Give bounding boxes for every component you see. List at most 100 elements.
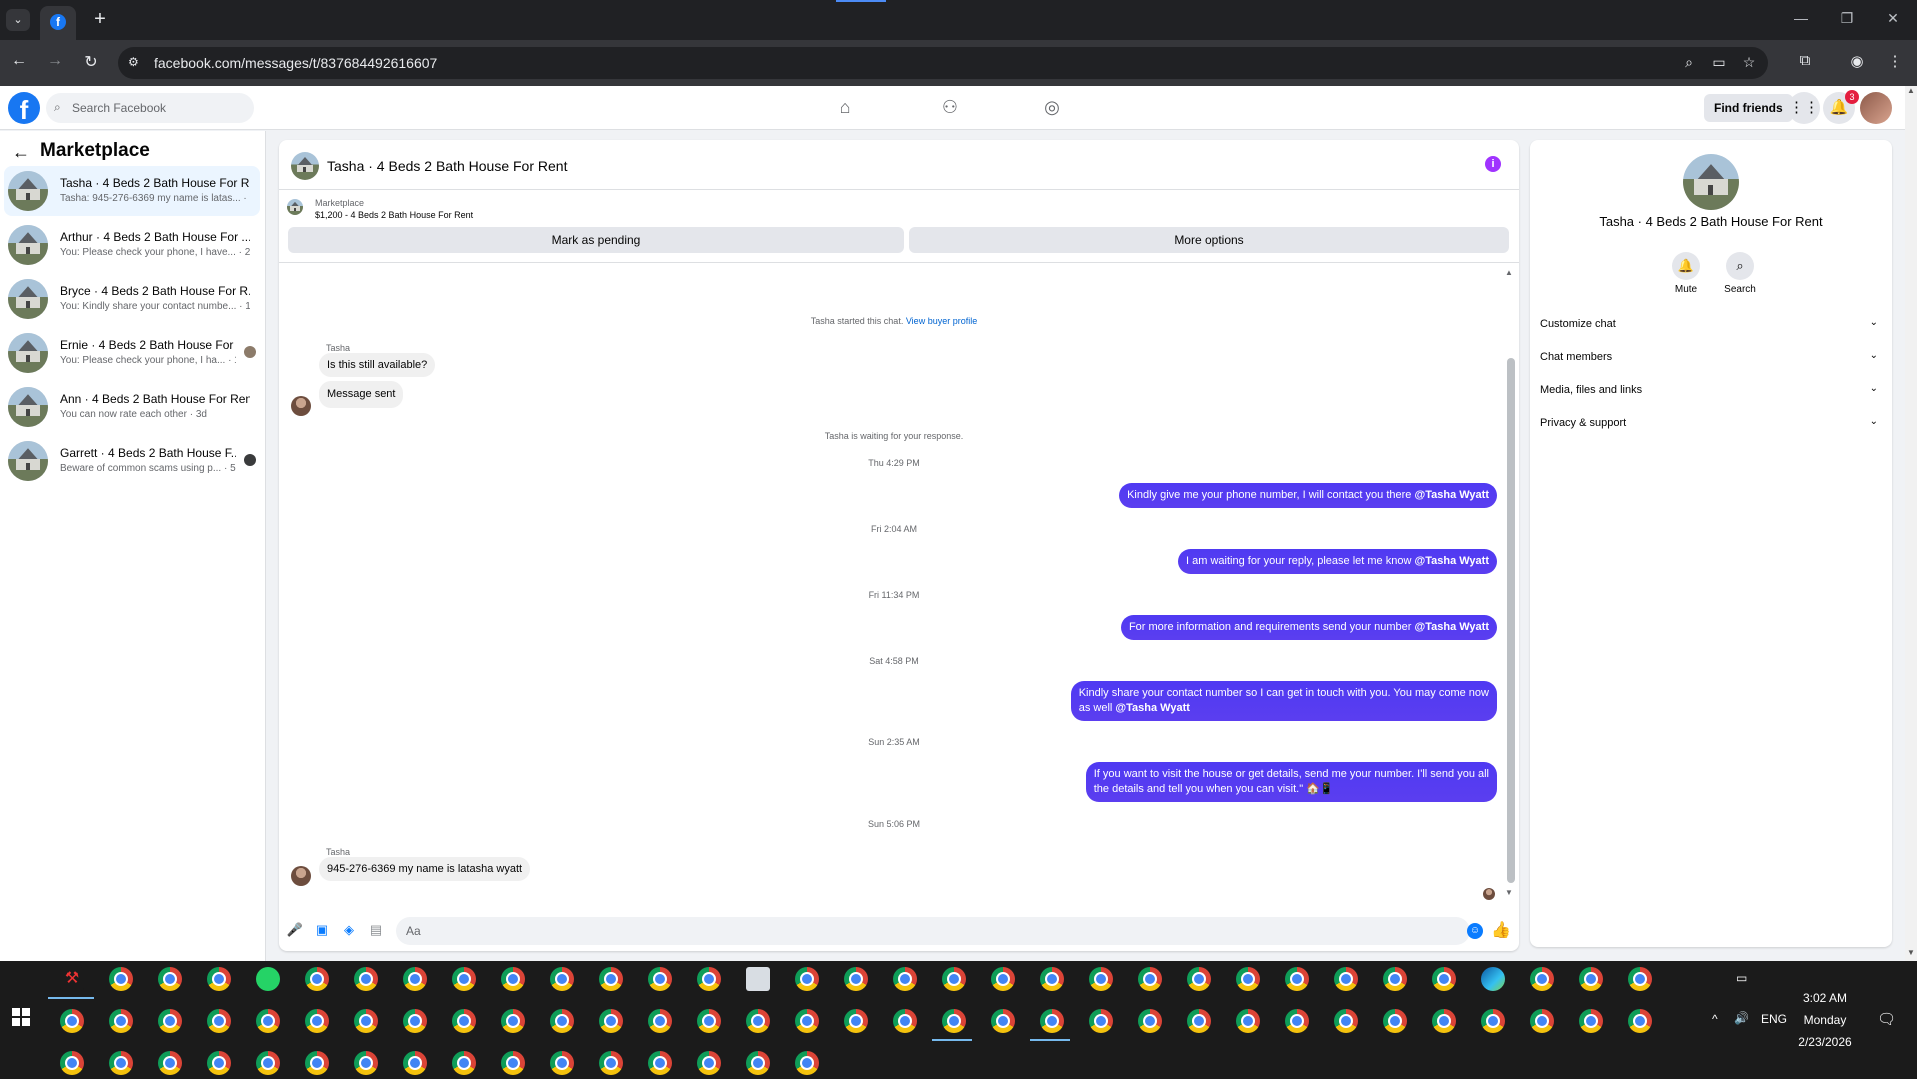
- display-icon[interactable]: ▭: [1736, 971, 1747, 985]
- home-icon[interactable]: ⌂: [833, 97, 857, 118]
- incoming-message[interactable]: Is this still available?: [319, 353, 436, 377]
- chrome-icon[interactable]: [1383, 967, 1407, 991]
- chrome-icon[interactable]: [942, 1009, 966, 1033]
- chrome-icon[interactable]: [501, 1009, 525, 1033]
- chat-title[interactable]: Tasha · 4 Beds 2 Bath House For Rent: [327, 158, 567, 174]
- forward-icon[interactable]: →: [44, 52, 66, 70]
- chrome-icon[interactable]: [599, 1009, 623, 1033]
- chrome-icon[interactable]: [1187, 1009, 1211, 1033]
- mark-as-pending-button[interactable]: Mark as pending: [288, 227, 904, 253]
- chrome-icon[interactable]: [1628, 1009, 1652, 1033]
- chrome-icon[interactable]: [452, 1009, 476, 1033]
- conversation-item[interactable]: Ernie · 4 Beds 2 Bath House For ... You:…: [4, 328, 260, 378]
- chrome-icon[interactable]: [60, 1051, 84, 1075]
- chrome-icon[interactable]: [599, 967, 623, 991]
- chrome-icon[interactable]: [354, 967, 378, 991]
- view-buyer-profile-link[interactable]: View buyer profile: [906, 316, 977, 326]
- emoji-icon[interactable]: ☺: [1467, 923, 1483, 939]
- chrome-icon[interactable]: [452, 967, 476, 991]
- tool-app-icon[interactable]: ⚒: [60, 967, 84, 991]
- chrome-icon[interactable]: [305, 1009, 329, 1033]
- chrome-icon[interactable]: [403, 1009, 427, 1033]
- chrome-icon[interactable]: [550, 967, 574, 991]
- chrome-icon[interactable]: [991, 967, 1015, 991]
- chrome-icon[interactable]: [207, 1051, 231, 1075]
- chrome-icon[interactable]: [158, 1051, 182, 1075]
- chrome-icon[interactable]: [942, 967, 966, 991]
- outgoing-message[interactable]: If you want to visit the house or get de…: [1085, 762, 1497, 802]
- chat-listing-thumbnail[interactable]: [291, 152, 319, 180]
- browser-tab-facebook[interactable]: f: [40, 6, 76, 40]
- chrome-icon[interactable]: [1432, 967, 1456, 991]
- chrome-icon[interactable]: [746, 1051, 770, 1075]
- reload-icon[interactable]: ↻: [80, 52, 102, 72]
- chrome-icon[interactable]: [1285, 967, 1309, 991]
- chrome-icon[interactable]: [697, 1009, 721, 1033]
- sender-avatar[interactable]: [291, 396, 311, 416]
- chrome-icon[interactable]: [1383, 1009, 1407, 1033]
- edge-icon[interactable]: [1481, 967, 1505, 991]
- windows-start-icon[interactable]: [12, 1008, 30, 1026]
- facebook-search[interactable]: ⌕ Search Facebook: [46, 93, 254, 123]
- chrome-icon[interactable]: [550, 1009, 574, 1033]
- chrome-icon[interactable]: [403, 1051, 427, 1075]
- tab-search-button[interactable]: ⌄: [6, 9, 30, 31]
- chrome-icon[interactable]: [207, 1009, 231, 1033]
- friends-icon[interactable]: ⚇: [938, 97, 962, 118]
- chrome-icon[interactable]: [893, 1009, 917, 1033]
- chrome-icon[interactable]: [697, 967, 721, 991]
- outgoing-message[interactable]: I am waiting for your reply, please let …: [1178, 549, 1497, 574]
- photo-icon[interactable]: ▣: [313, 922, 331, 940]
- chrome-icon[interactable]: [991, 1009, 1015, 1033]
- chrome-icon[interactable]: [1579, 967, 1603, 991]
- chrome-icon[interactable]: [1187, 967, 1211, 991]
- chat-scrollbar[interactable]: [1507, 358, 1515, 883]
- chrome-icon[interactable]: [844, 967, 868, 991]
- chrome-icon[interactable]: [1138, 1009, 1162, 1033]
- chrome-icon[interactable]: [207, 967, 231, 991]
- chrome-icon[interactable]: [158, 967, 182, 991]
- show-hidden-icons-chevron-icon[interactable]: ^: [1712, 1012, 1718, 1026]
- outgoing-message[interactable]: Kindly share your contact number so I ca…: [1070, 681, 1497, 721]
- chrome-icon[interactable]: [1579, 1009, 1603, 1033]
- conversation-item[interactable]: Tasha · 4 Beds 2 Bath House For R... Tas…: [4, 166, 260, 216]
- chrome-icon[interactable]: [795, 1051, 819, 1075]
- chrome-icon[interactable]: [1481, 1009, 1505, 1033]
- listing-large-thumbnail[interactable]: [1683, 154, 1739, 210]
- mute-button[interactable]: 🔔 Mute: [1666, 252, 1706, 295]
- info-icon[interactable]: i: [1485, 156, 1501, 172]
- menu-grid-icon[interactable]: ⋮⋮: [1788, 92, 1820, 124]
- chrome-icon[interactable]: [354, 1051, 378, 1075]
- gif-icon[interactable]: ▤: [367, 922, 385, 940]
- chrome-icon[interactable]: [599, 1051, 623, 1075]
- sender-avatar[interactable]: [291, 866, 311, 886]
- address-bar[interactable]: ⚙ facebook.com/messages/t/83768449261660…: [118, 47, 1768, 79]
- chrome-icon[interactable]: [893, 967, 917, 991]
- chrome-icon[interactable]: [795, 1009, 819, 1033]
- facebook-logo[interactable]: f: [8, 92, 40, 125]
- scroll-down-icon[interactable]: ▼: [1505, 888, 1513, 897]
- chrome-icon[interactable]: [648, 967, 672, 991]
- mention[interactable]: @Tasha Wyatt: [1414, 555, 1489, 567]
- close-window-icon[interactable]: ✕: [1883, 10, 1903, 27]
- chrome-icon[interactable]: [1628, 967, 1652, 991]
- chrome-icon[interactable]: [1530, 967, 1554, 991]
- back-arrow-icon[interactable]: ←: [12, 142, 30, 163]
- chrome-icon[interactable]: [354, 1009, 378, 1033]
- thumbs-up-icon[interactable]: 👍: [1491, 920, 1511, 940]
- chrome-icon[interactable]: [158, 1009, 182, 1033]
- install-app-icon[interactable]: ▭: [1710, 54, 1728, 71]
- scroll-down-icon[interactable]: ▼: [1907, 948, 1915, 957]
- chrome-icon[interactable]: [501, 1051, 525, 1075]
- chrome-icon[interactable]: [501, 967, 525, 991]
- browser-menu-icon[interactable]: ⋮: [1884, 52, 1906, 70]
- chrome-icon[interactable]: [844, 1009, 868, 1033]
- new-tab-button[interactable]: +: [88, 8, 112, 32]
- mention[interactable]: @Tasha Wyatt: [1414, 489, 1489, 501]
- chrome-icon[interactable]: [256, 1051, 280, 1075]
- chrome-icon[interactable]: [452, 1051, 476, 1075]
- extensions-icon[interactable]: ⧉: [1794, 52, 1816, 69]
- chrome-icon[interactable]: [1432, 1009, 1456, 1033]
- conversation-item[interactable]: Ann · 4 Beds 2 Bath House For Rent You c…: [4, 382, 260, 432]
- desktop-app-icon[interactable]: [746, 967, 770, 991]
